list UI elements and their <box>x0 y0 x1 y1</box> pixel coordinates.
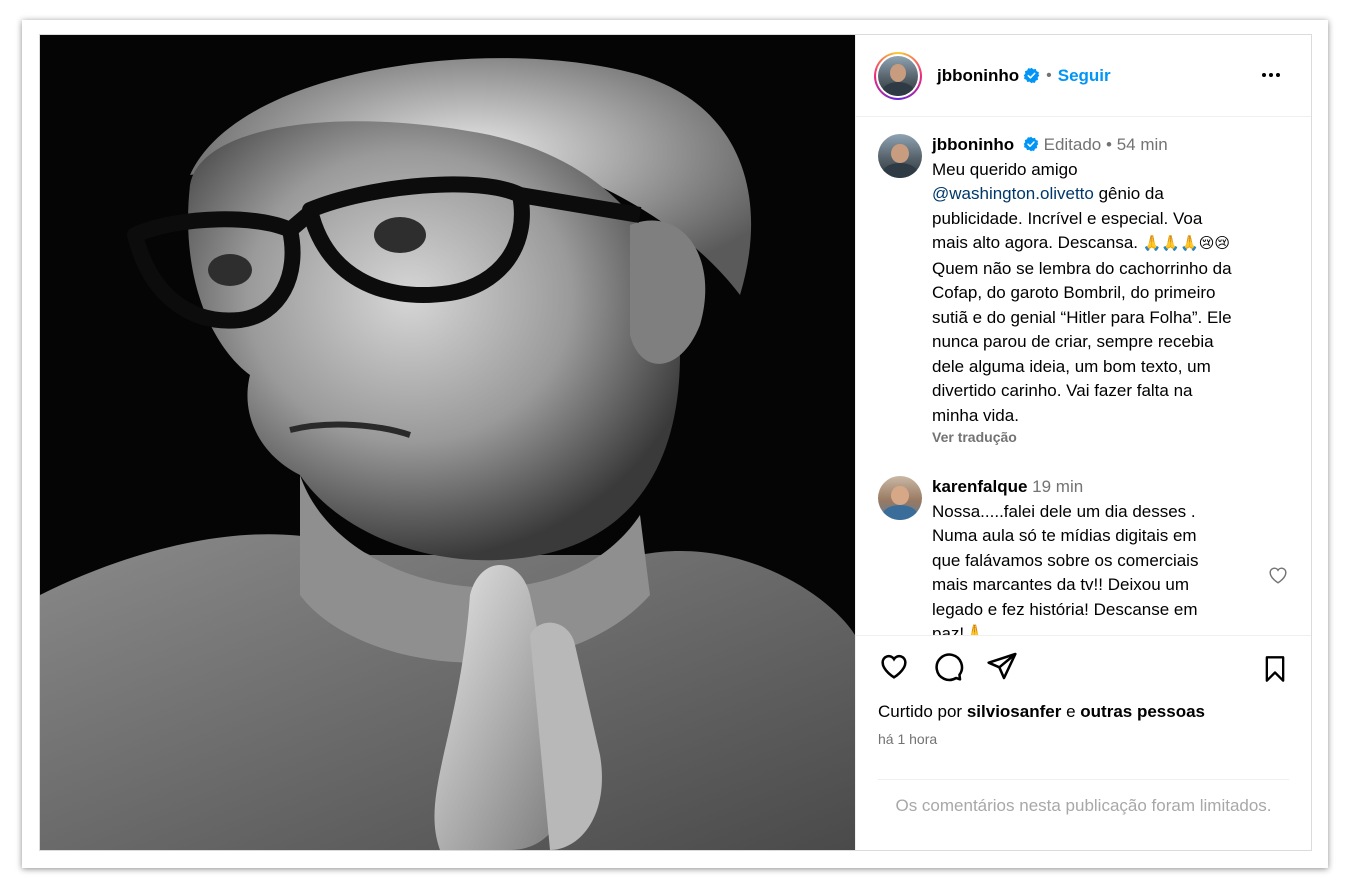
post-timestamp[interactable]: há 1 hora <box>856 731 1311 747</box>
post-photo[interactable] <box>40 35 855 850</box>
comments-limited-notice: Os comentários nesta publicação foram li… <box>878 779 1289 818</box>
caption-line: divertido carinho. Vai fazer falta na <box>932 381 1193 400</box>
verified-badge-icon <box>1023 136 1039 152</box>
comment-item: karenfalque 19 min Nossa.....falei dele … <box>878 475 1251 636</box>
mention-link[interactable]: @washington.olivetto <box>932 184 1094 203</box>
comment-time[interactable]: 19 min <box>1032 477 1083 496</box>
commenter-username[interactable]: karenfalque <box>932 477 1027 496</box>
more-options-icon[interactable] <box>1259 63 1283 87</box>
heart-icon[interactable] <box>878 650 910 682</box>
comments-limited-text: Os comentários nesta publicação foram li… <box>895 796 1272 815</box>
author-username[interactable]: jbboninho <box>937 66 1019 86</box>
caption-line: mais alto agora. Descansa. <box>932 233 1138 252</box>
portrait-image <box>40 35 855 850</box>
post-container: jbboninho • Seguir jbboninho Editado • 5… <box>39 34 1312 851</box>
author-story-ring[interactable] <box>874 51 922 100</box>
post-details-panel: jbboninho • Seguir jbboninho Editado • 5… <box>855 35 1311 850</box>
share-icon[interactable] <box>986 650 1018 682</box>
comment-line: que falávamos sobre os comerciais <box>932 550 1199 570</box>
likes-conjunction: e <box>1066 702 1076 721</box>
author-avatar[interactable] <box>878 55 918 96</box>
caption-line: gênio da <box>1093 184 1164 203</box>
comment-like-heart-icon[interactable] <box>1267 564 1289 586</box>
separator-dot: • <box>1106 135 1112 154</box>
comment-line: mais marcantes da tv!! Deixou um <box>932 575 1189 594</box>
comment-line: legado e fez história! Descanse em <box>932 599 1198 619</box>
caption-line: Quem não se lembra do cachorrinho da <box>932 258 1232 278</box>
caption-author-avatar[interactable] <box>878 134 922 178</box>
caption-line: sutiã e do genial “Hitler para Folha”. E… <box>932 307 1232 327</box>
caption-line: nunca parou de criar, sempre recebia <box>932 332 1214 351</box>
caption-line: dele alguma ideia, um bom texto, um <box>932 356 1211 376</box>
caption-username[interactable]: jbboninho <box>932 135 1014 154</box>
likes-prefix: Curtido por <box>878 702 963 721</box>
see-translation-button[interactable]: Ver tradução <box>932 428 1232 446</box>
commenter-avatar[interactable] <box>878 476 922 520</box>
post-header: jbboninho • Seguir <box>856 35 1311 117</box>
caption-edited-label: Editado <box>1043 135 1102 154</box>
follow-button[interactable]: Seguir <box>1058 66 1111 86</box>
comment-line: Nossa.....falei dele um dia desses . <box>932 501 1196 521</box>
caption-emojis: 🙏🙏🙏😢😢 <box>1142 235 1231 252</box>
liked-by-user[interactable]: silviosanfer <box>967 702 1062 721</box>
caption-comment: jbboninho Editado • 54 min Meu querido a… <box>878 133 1311 446</box>
caption-line: publicidade. Incrível e especial. Voa <box>932 208 1203 228</box>
caption-line: Cofap, do garoto Bombril, do primeiro <box>932 283 1216 302</box>
caption-line: Meu querido amigo <box>932 159 1078 179</box>
caption-line: minha vida. <box>932 405 1019 425</box>
post-modal: jbboninho • Seguir jbboninho Editado • 5… <box>22 20 1328 868</box>
comment-icon[interactable] <box>932 650 964 682</box>
likes-summary: Curtido por silviosanfer e outras pessoa… <box>856 702 1311 722</box>
caption-time[interactable]: 54 min <box>1117 135 1168 154</box>
verified-badge-icon <box>1023 67 1040 84</box>
separator-dot: • <box>1046 66 1052 84</box>
comment-line: Numa aula só te mídias digitais em <box>932 526 1197 545</box>
comments-list[interactable]: jbboninho Editado • 54 min Meu querido a… <box>856 117 1311 636</box>
likes-others-link[interactable]: outras pessoas <box>1080 702 1205 721</box>
bookmark-icon[interactable] <box>1261 654 1289 684</box>
comment-line: paz!🙏 <box>932 624 986 636</box>
post-actions-bar <box>856 636 1311 696</box>
